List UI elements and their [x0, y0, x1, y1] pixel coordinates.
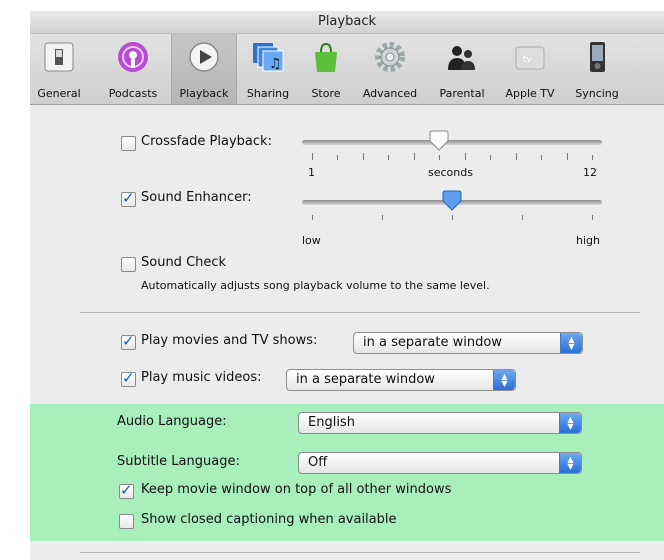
subtitle-language-popup[interactable]: Off ▲ ▼ [298, 452, 582, 474]
popup-value: in a separate window [363, 335, 502, 350]
subtitle-language-label: Subtitle Language: [117, 454, 240, 469]
sound-enhancer-label: Sound Enhancer: [141, 190, 252, 205]
tab-parental[interactable]: Parental [431, 34, 493, 104]
slider-tick [382, 215, 383, 220]
people-icon [448, 46, 475, 70]
audio-language-popup[interactable]: English ▲ ▼ [298, 412, 582, 434]
crossfade-checkbox[interactable] [121, 136, 136, 151]
section-divider [80, 312, 640, 313]
tab-store[interactable]: Store [303, 34, 349, 104]
svg-text:♫: ♫ [269, 56, 282, 72]
up-down-arrows-icon: ▲ ▼ [493, 370, 515, 390]
svg-text:tv: tv [523, 55, 533, 65]
tab-label: Syncing [575, 87, 619, 100]
play-icon [189, 42, 219, 72]
slider-tick [388, 155, 390, 160]
sound-enhancer-slider-knob[interactable] [441, 190, 463, 212]
tab-label: Podcasts [108, 87, 158, 100]
sharing-icon: ♫ [253, 43, 284, 72]
slider-tick [439, 155, 441, 160]
slider-tick [464, 153, 466, 160]
slider-tick [522, 215, 523, 220]
crossfade-unit-label: seconds [428, 166, 473, 179]
checkmark-icon: ✓ [122, 369, 135, 387]
tab-general[interactable]: General [30, 34, 88, 104]
tab-syncing[interactable]: Syncing [567, 34, 627, 104]
sound-enhancer-high-label: high [576, 234, 600, 247]
popup-value: in a separate window [296, 372, 435, 387]
slider-tick [592, 155, 593, 160]
tab-label: Playback [179, 87, 229, 100]
checkmark-icon: ✓ [120, 481, 133, 499]
tab-label: Sharing [246, 87, 290, 100]
keep-on-top-checkbox[interactable]: ✓ [119, 481, 134, 499]
slider-tick [515, 153, 517, 160]
slider-tick [337, 155, 339, 160]
section-divider [80, 552, 640, 553]
slider-tick [413, 153, 415, 160]
up-down-arrows-icon: ▲ ▼ [559, 413, 581, 433]
audio-language-label: Audio Language: [117, 414, 227, 429]
preferences-window: Playback General Podcasts Playback ♫ Sha… [30, 11, 664, 560]
tab-label: General [37, 87, 81, 100]
preferences-toolbar: General Podcasts Playback ♫ Sharing Stor… [30, 34, 664, 105]
window-title: Playback [317, 14, 376, 29]
play-music-videos-label: Play music videos: [141, 370, 262, 385]
sound-enhancer-low-label: low [302, 234, 321, 247]
checkmark-icon: ✓ [122, 189, 135, 207]
closed-captioning-checkbox[interactable] [119, 514, 134, 529]
tab-label: Store [311, 87, 341, 100]
play-movies-label: Play movies and TV shows: [141, 333, 318, 348]
ipod-icon [590, 42, 605, 72]
slider-tick [362, 153, 364, 160]
slider-tick [592, 215, 593, 220]
tab-advanced[interactable]: Advanced [354, 34, 426, 104]
slider-tick [312, 215, 313, 220]
tab-sharing[interactable]: ♫ Sharing [240, 34, 296, 104]
tab-label: Apple TV [505, 87, 555, 100]
slider-tick [566, 153, 568, 160]
tab-apple-tv[interactable]: tv Apple TV [498, 34, 562, 104]
slider-tick [541, 155, 543, 160]
closed-captioning-label: Show closed captioning when available [141, 512, 397, 527]
sound-check-description: Automatically adjusts song playback volu… [141, 279, 490, 292]
slider-tick [490, 155, 492, 160]
crossfade-min-label: 1 [308, 166, 315, 179]
crossfade-slider-knob[interactable] [428, 130, 450, 152]
up-down-arrows-icon: ▲ ▼ [559, 453, 581, 473]
keep-on-top-label: Keep movie window on top of all other wi… [141, 482, 452, 497]
slider-tick [312, 153, 313, 160]
tab-label: Parental [439, 87, 485, 100]
popup-value: English [308, 415, 355, 430]
tab-podcasts[interactable]: Podcasts [100, 34, 166, 104]
checkmark-icon: ✓ [122, 332, 135, 350]
shopping-bag-icon [315, 42, 337, 72]
sound-check-label: Sound Check [141, 255, 227, 270]
play-music-videos-checkbox[interactable]: ✓ [121, 369, 136, 387]
title-bar: Playback [30, 11, 664, 34]
sound-check-checkbox[interactable] [121, 257, 136, 272]
crossfade-max-label: 12 [583, 166, 597, 179]
switch-icon [44, 42, 74, 72]
play-music-videos-popup[interactable]: in a separate window ▲ ▼ [286, 369, 516, 391]
crossfade-slider-track[interactable] [302, 140, 602, 145]
gear-icon [375, 42, 405, 72]
up-down-arrows-icon: ▲ ▼ [560, 333, 582, 353]
apple-tv-icon: tv [515, 46, 545, 70]
tab-label: Advanced [362, 87, 418, 100]
play-movies-checkbox[interactable]: ✓ [121, 332, 136, 350]
sound-enhancer-checkbox[interactable]: ✓ [121, 189, 136, 207]
crossfade-label: Crossfade Playback: [141, 134, 272, 149]
tab-playback[interactable]: Playback [171, 34, 237, 104]
play-movies-popup[interactable]: in a separate window ▲ ▼ [353, 332, 583, 354]
podcast-icon [118, 42, 148, 72]
popup-value: Off [308, 455, 328, 470]
slider-tick [452, 215, 453, 220]
